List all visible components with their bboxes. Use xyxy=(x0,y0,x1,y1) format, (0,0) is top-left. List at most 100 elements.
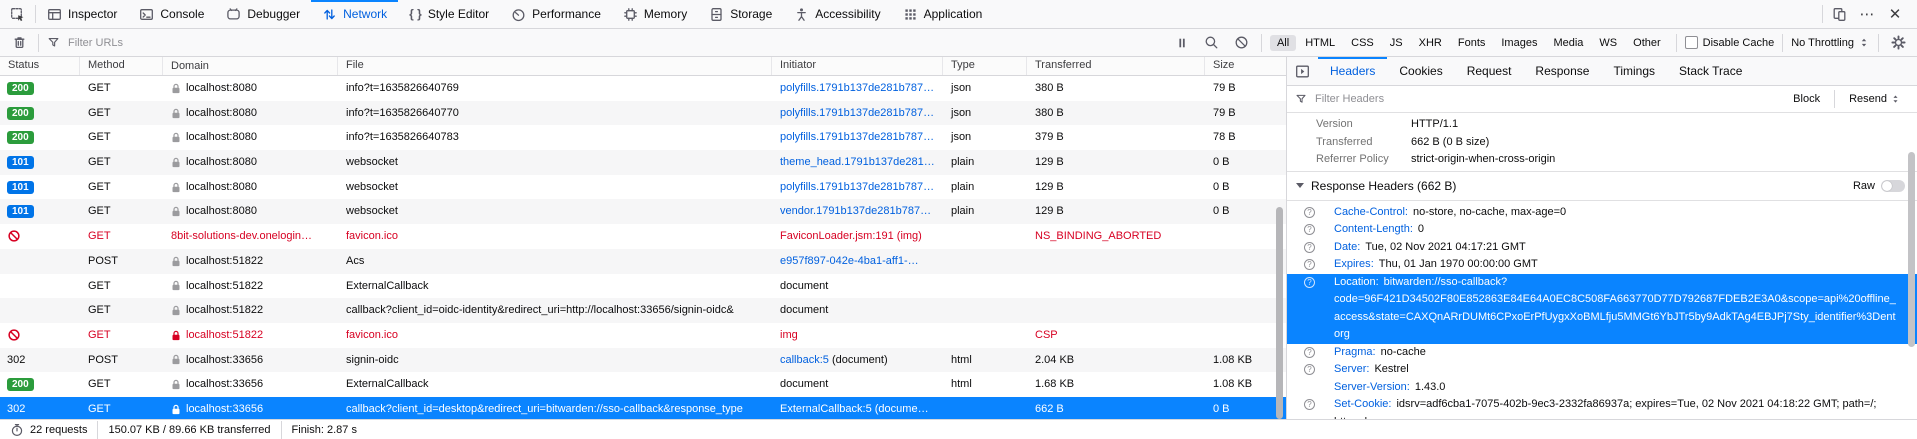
column-method[interactable]: Method xyxy=(80,57,163,75)
responsive-design-mode-button[interactable] xyxy=(1827,2,1851,26)
pause-recording-button[interactable] xyxy=(1171,32,1193,54)
more-options-button[interactable]: ⋯ xyxy=(1855,2,1879,26)
file-cell: ExternalCallback xyxy=(338,372,772,397)
initiator-link[interactable]: polyfills.1791b137de281b787… xyxy=(780,107,934,119)
throttling-dropdown[interactable]: No Throttling xyxy=(1791,36,1870,49)
response-header-row[interactable]: Cache-Controlno-store, no-cache, max-age… xyxy=(1287,204,1917,222)
filter-headers-input[interactable] xyxy=(1313,92,1779,106)
filter-xhr[interactable]: XHR xyxy=(1412,35,1449,51)
initiator-link[interactable]: vendor.1791b137de281b787… xyxy=(780,205,931,217)
domain-text: localhost:8080 xyxy=(186,101,257,126)
help-icon[interactable] xyxy=(1304,277,1315,288)
block-requests-button[interactable] xyxy=(1231,32,1253,54)
table-row[interactable]: GET 8bit-solutions-dev.onelogin… favicon… xyxy=(0,224,1286,249)
table-row[interactable]: 302 POST localhost:33656 signin-oidc cal… xyxy=(0,348,1286,373)
details-scrollbar-thumb[interactable] xyxy=(1908,152,1915,347)
help-icon[interactable] xyxy=(1304,364,1315,375)
filter-js[interactable]: JS xyxy=(1383,35,1410,51)
tab-stack-trace[interactable]: Stack Trace xyxy=(1667,57,1754,85)
tab-memory[interactable]: Memory xyxy=(612,0,698,28)
tab-application[interactable]: Application xyxy=(892,0,994,28)
tab-console[interactable]: Console xyxy=(128,0,215,28)
initiator-cell: img xyxy=(772,323,943,348)
table-row[interactable]: 302 GET localhost:33656 callback?client_… xyxy=(0,397,1286,419)
column-transferred[interactable]: Transferred xyxy=(1027,57,1205,75)
domain-text: localhost:8080 xyxy=(186,175,257,200)
tab-headers[interactable]: Headers xyxy=(1318,57,1387,85)
table-row[interactable]: 101 GET localhost:8080 websocket polyfil… xyxy=(0,175,1286,200)
table-row[interactable]: 200 GET localhost:8080 info?t=1635826640… xyxy=(0,101,1286,126)
table-row[interactable]: 200 GET localhost:8080 info?t=1635826640… xyxy=(0,76,1286,101)
initiator-link[interactable]: e957f897-042e-4ba1-aff1-… xyxy=(780,255,919,267)
block-button[interactable]: Block xyxy=(1785,91,1828,107)
response-headers-section-header[interactable]: Response Headers (662 B) Raw xyxy=(1287,172,1917,201)
table-row[interactable]: 101 GET localhost:8080 websocket theme_h… xyxy=(0,150,1286,175)
help-icon[interactable] xyxy=(1304,347,1315,358)
response-header-row[interactable]: ExpiresThu, 01 Jan 1970 00:00:00 GMT xyxy=(1287,256,1917,274)
table-row[interactable]: GET localhost:51822 callback?client_id=o… xyxy=(0,298,1286,323)
request-list-scrollbar-thumb[interactable] xyxy=(1276,207,1283,419)
filter-images[interactable]: Images xyxy=(1494,35,1544,51)
tab-inspector[interactable]: Inspector xyxy=(36,0,128,28)
response-header-row[interactable]: Pragmano-cache xyxy=(1287,344,1917,362)
close-devtools-button[interactable]: ✕ xyxy=(1883,2,1907,26)
header-value: 1.43.0 xyxy=(1415,381,1446,393)
response-header-row[interactable]: Locationbitwarden://sso-callback?code=96… xyxy=(1287,274,1917,344)
response-header-row[interactable]: Server-Version1.43.0 xyxy=(1287,379,1917,397)
help-icon[interactable] xyxy=(1304,207,1315,218)
initiator-link[interactable]: callback:5 xyxy=(780,354,829,366)
filter-html[interactable]: HTML xyxy=(1298,35,1342,51)
filter-other[interactable]: Other xyxy=(1626,35,1668,51)
column-initiator[interactable]: Initiator xyxy=(772,57,943,75)
network-settings-button[interactable] xyxy=(1887,32,1909,54)
tab-request[interactable]: Request xyxy=(1455,57,1524,85)
table-row[interactable]: 101 GET localhost:8080 websocket vendor.… xyxy=(0,199,1286,224)
tab-network[interactable]: Network xyxy=(311,0,398,28)
table-row[interactable]: GET localhost:51822 favicon.ico img CSP xyxy=(0,323,1286,348)
tab-performance[interactable]: Performance xyxy=(500,0,612,28)
initiator-link[interactable]: polyfills.1791b137de281b787… xyxy=(780,181,934,193)
response-header-row[interactable]: ServerKestrel xyxy=(1287,361,1917,379)
response-header-row[interactable]: Content-Length0 xyxy=(1287,221,1917,239)
tab-accessibility[interactable]: Accessibility xyxy=(783,0,891,28)
initiator-link[interactable]: polyfills.1791b137de281b787… xyxy=(780,82,934,94)
expand-panel-button[interactable] xyxy=(1287,57,1318,85)
tab-style-editor[interactable]: { } Style Editor xyxy=(398,0,500,28)
help-icon[interactable] xyxy=(1304,224,1315,235)
table-row[interactable]: 200 GET localhost:8080 info?t=1635826640… xyxy=(0,125,1286,150)
disable-cache-control[interactable]: Disable Cache xyxy=(1685,36,1775,49)
disable-cache-checkbox[interactable] xyxy=(1685,36,1698,49)
tab-response[interactable]: Response xyxy=(1523,57,1601,85)
filter-fonts[interactable]: Fonts xyxy=(1451,35,1493,51)
tab-timings[interactable]: Timings xyxy=(1601,57,1667,85)
filter-urls-input[interactable] xyxy=(66,36,1163,50)
resend-button[interactable]: Resend xyxy=(1841,91,1909,107)
help-icon[interactable] xyxy=(1304,259,1315,270)
help-icon[interactable] xyxy=(1304,399,1315,410)
raw-toggle[interactable] xyxy=(1881,180,1905,192)
filter-media[interactable]: Media xyxy=(1546,35,1590,51)
filter-all[interactable]: All xyxy=(1270,35,1296,51)
initiator-link[interactable]: theme_head.1791b137de281… xyxy=(780,156,935,168)
table-row[interactable]: POST localhost:51822 Acs e957f897-042e-4… xyxy=(0,249,1286,274)
tab-debugger[interactable]: Debugger xyxy=(215,0,311,28)
table-row[interactable]: 200 GET localhost:33656 ExternalCallback… xyxy=(0,372,1286,397)
tab-cookies[interactable]: Cookies xyxy=(1387,57,1454,85)
requests-count[interactable]: 22 requests xyxy=(10,423,87,437)
clear-requests-button[interactable] xyxy=(8,32,30,54)
column-type[interactable]: Type xyxy=(943,57,1027,75)
help-icon[interactable] xyxy=(1304,242,1315,253)
column-size[interactable]: Size xyxy=(1205,57,1286,75)
tab-storage[interactable]: Storage xyxy=(698,0,783,28)
response-header-row[interactable]: Set-Cookieidsrv=adf6cba1-7075-402b-9ec3-… xyxy=(1287,396,1917,419)
response-header-row[interactable]: DateTue, 02 Nov 2021 04:17:21 GMT xyxy=(1287,239,1917,257)
filter-ws[interactable]: WS xyxy=(1592,35,1624,51)
initiator-link[interactable]: polyfills.1791b137de281b787… xyxy=(780,131,934,143)
search-button[interactable] xyxy=(1201,32,1223,54)
table-row[interactable]: GET localhost:51822 ExternalCallback doc… xyxy=(0,274,1286,299)
pick-element-button[interactable] xyxy=(0,0,35,28)
column-file[interactable]: File xyxy=(338,57,772,75)
column-status[interactable]: Status xyxy=(0,57,80,75)
column-domain[interactable]: Domain xyxy=(163,57,338,75)
filter-css[interactable]: CSS xyxy=(1344,35,1381,51)
